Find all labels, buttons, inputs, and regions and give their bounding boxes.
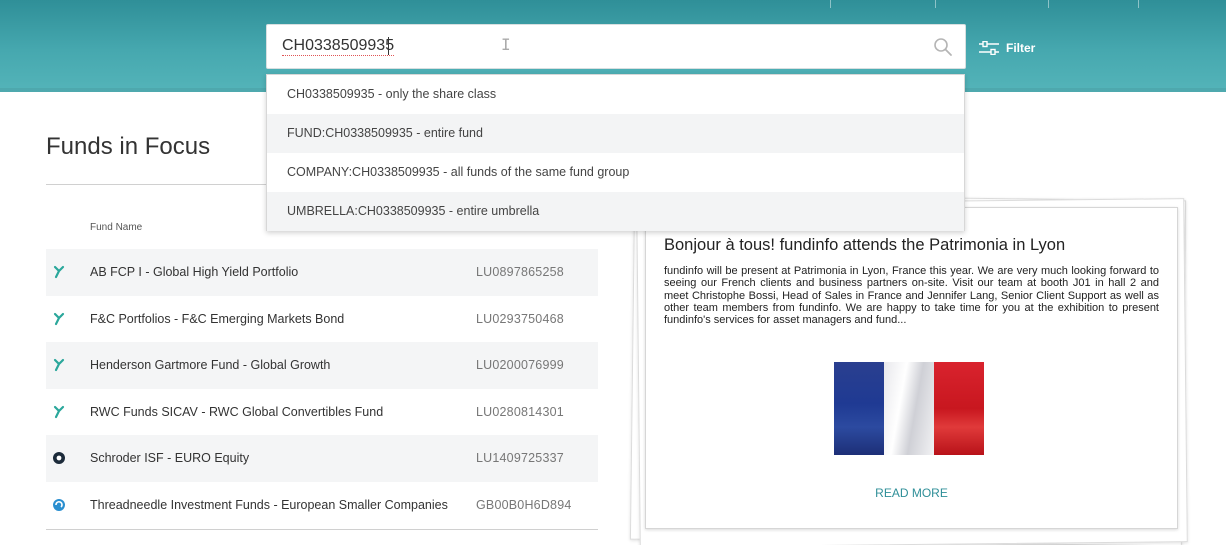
fc-logo-icon	[53, 312, 65, 325]
news-card: Bonjour à tous! fundinfo attends the Pat…	[645, 207, 1178, 529]
fund-isin: LU0280814301	[476, 404, 564, 419]
suggestion-share-class[interactable]: CH0338509935 - only the share class	[267, 75, 964, 114]
top-nav-divider	[1048, 0, 1049, 8]
filter-label: Filter	[1006, 41, 1036, 55]
fund-name[interactable]: AB FCP I - Global High Yield Portfolio	[90, 265, 298, 279]
fund-name[interactable]: Threadneedle Investment Funds - European…	[90, 498, 448, 512]
section-title: Funds in Focus	[46, 133, 211, 160]
top-nav-divider	[830, 0, 831, 8]
fund-name[interactable]: Schroder ISF - EURO Equity	[90, 451, 249, 465]
fund-name[interactable]: Henderson Gartmore Fund - Global Growth	[90, 358, 330, 372]
fund-isin: LU0293750468	[476, 311, 564, 326]
table-row[interactable]: F&C Portfolios - F&C Emerging Markets Bo…	[46, 296, 598, 343]
search-box[interactable]: CH0338509935 I	[266, 24, 966, 69]
fund-isin: LU0897865258	[476, 265, 564, 280]
table-row[interactable]: Henderson Gartmore Fund - Global Growth …	[46, 342, 598, 389]
table-row[interactable]: Schroder ISF - EURO Equity LU1409725337	[46, 435, 598, 482]
suggestion-company[interactable]: COMPANY:CH0338509935 - all funds of the …	[267, 153, 964, 192]
sliders-icon	[979, 41, 999, 55]
ibeam-cursor-icon: I	[501, 35, 511, 54]
table-divider	[46, 529, 598, 530]
table-row[interactable]: Threadneedle Investment Funds - European…	[46, 482, 598, 529]
table-row[interactable]: RWC Funds SICAV - RWC Global Convertible…	[46, 389, 598, 436]
funds-table: AB FCP I - Global High Yield Portfolio L…	[46, 249, 598, 528]
top-nav-divider	[1138, 0, 1139, 8]
suggestion-umbrella[interactable]: UMBRELLA:CH0338509935 - entire umbrella	[267, 192, 964, 231]
title-divider	[46, 184, 286, 185]
search-input[interactable]: CH0338509935	[282, 37, 395, 56]
fund-isin: LU0200076999	[476, 358, 564, 373]
text-caret	[388, 37, 389, 55]
search-icon[interactable]	[933, 37, 953, 57]
french-flag-image	[834, 362, 984, 455]
ab-logo-icon	[53, 265, 65, 279]
rwc-logo-icon	[53, 405, 65, 418]
fund-name[interactable]: F&C Portfolios - F&C Emerging Markets Bo…	[90, 312, 344, 326]
fund-name[interactable]: RWC Funds SICAV - RWC Global Convertible…	[90, 405, 383, 419]
threadneedle-logo-icon	[53, 498, 65, 511]
column-header-fund-name: Fund Name	[90, 222, 143, 233]
schroder-logo-icon	[53, 452, 65, 464]
read-more-link[interactable]: READ MORE	[646, 486, 1177, 500]
top-nav-divider	[935, 0, 936, 8]
search-suggestions-dropdown: CH0338509935 - only the share class FUND…	[266, 74, 965, 231]
henderson-logo-icon	[53, 358, 65, 372]
fund-isin: GB00B0H6D894	[476, 497, 572, 512]
filter-button[interactable]: Filter	[978, 38, 1035, 58]
news-body: fundinfo will be present at Patrimonia i…	[664, 265, 1159, 327]
fund-isin: LU1409725337	[476, 451, 564, 466]
table-row[interactable]: AB FCP I - Global High Yield Portfolio L…	[46, 249, 598, 296]
suggestion-entire-fund[interactable]: FUND:CH0338509935 - entire fund	[267, 114, 964, 153]
news-title[interactable]: Bonjour à tous! fundinfo attends the Pat…	[664, 236, 1065, 255]
